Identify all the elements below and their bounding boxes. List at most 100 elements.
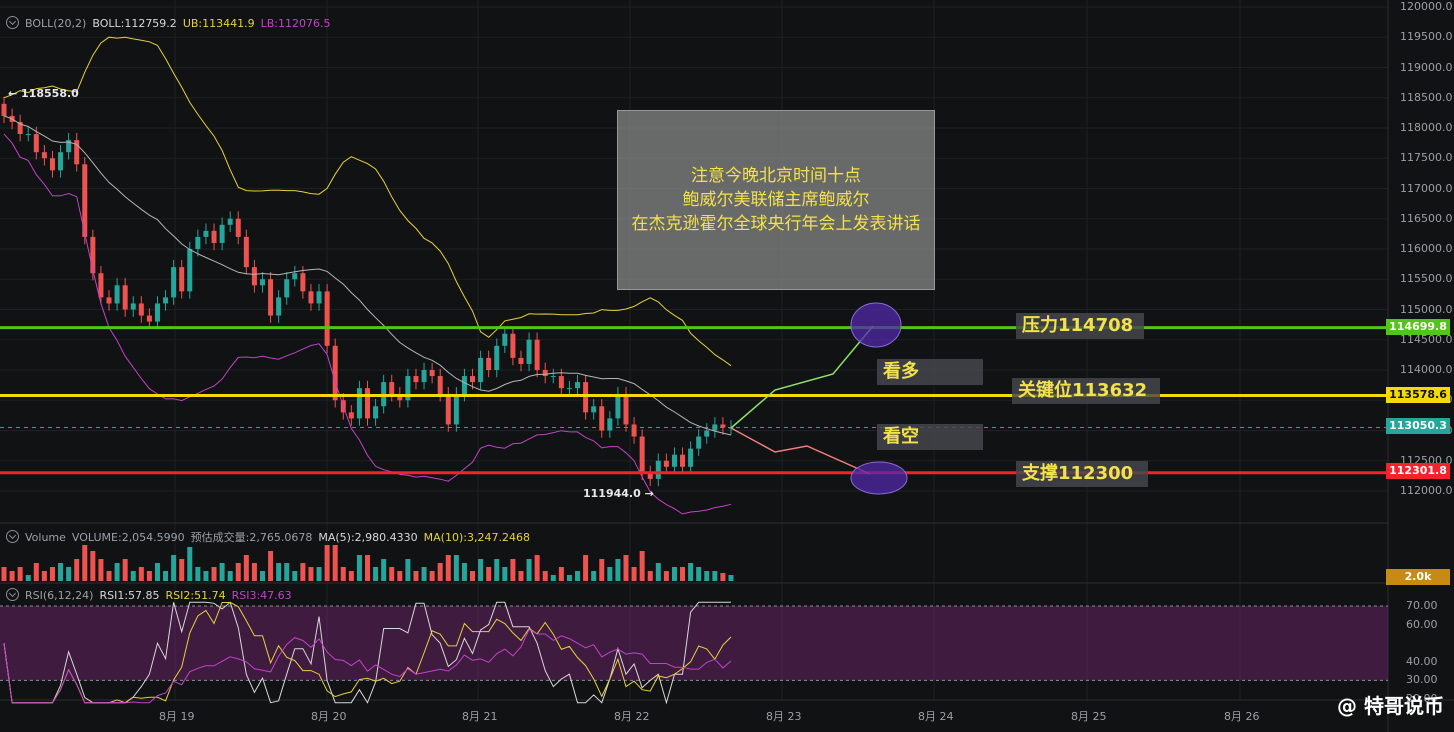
volume-bar <box>671 567 677 581</box>
volume-bar <box>389 567 395 581</box>
volume-bar <box>227 571 233 581</box>
price-tick-label: 112000.0 <box>1400 484 1453 497</box>
support-price-tag: 112301.8 <box>1386 463 1450 479</box>
bear-label: 看空 <box>877 424 983 450</box>
candle-body <box>453 394 459 425</box>
candle-body <box>486 357 492 370</box>
low-marker-value: 111944.0 <box>583 487 641 500</box>
volume-bar <box>211 567 217 581</box>
volume-bar <box>381 559 387 581</box>
price-tick-label: 114000.0 <box>1400 363 1453 376</box>
volume-bar <box>324 545 330 581</box>
candle-body <box>413 376 419 383</box>
volume-est: 预估成交量:2,765.0678 <box>190 531 313 544</box>
eye-icon[interactable] <box>6 530 19 543</box>
candle-body <box>373 406 379 419</box>
rsi-legend[interactable]: RSI(6,12,24) RSI1:57.85 RSI2:51.74 RSI3:47.… <box>6 588 298 602</box>
volume-bar <box>300 563 306 581</box>
ma5-value: MA(5):2,980.4330 <box>318 531 418 544</box>
volume-tag: 2.0k <box>1386 569 1450 585</box>
volume-bar <box>591 571 597 581</box>
volume-bar <box>413 571 419 581</box>
volume-value: VOLUME:2,054.5990 <box>71 531 185 544</box>
candle-body <box>470 376 476 383</box>
candle-body <box>550 376 556 378</box>
eye-icon[interactable] <box>6 588 19 601</box>
eye-icon[interactable] <box>6 16 19 29</box>
time-tick-label: 8月 24 <box>918 710 954 723</box>
lb-value: LB:112076.5 <box>260 17 331 30</box>
price-tick-label: 120000.0 <box>1400 0 1453 13</box>
volume-bar <box>526 559 532 581</box>
candle-body <box>130 303 136 310</box>
volume-bar <box>179 559 185 581</box>
volume-bar <box>235 563 241 581</box>
bear-projection <box>730 427 871 475</box>
price-tick-label: 119000.0 <box>1400 60 1453 74</box>
candle-body <box>41 152 47 159</box>
candle-body <box>526 339 532 364</box>
high-marker: ← 118558.0 <box>8 87 79 100</box>
candle-body <box>235 218 241 237</box>
candle-body <box>187 249 193 292</box>
time-tick-label: 8月 23 <box>766 710 802 723</box>
boll-value: BOLL:112759.2 <box>92 17 177 30</box>
price-tick-label: 118500.0 <box>1400 90 1453 104</box>
volume-bar <box>631 567 637 581</box>
candle-body <box>639 436 645 473</box>
candle-body <box>518 357 524 364</box>
price-tick-label: 116000.0 <box>1400 242 1453 255</box>
boll-legend[interactable]: BOLL(20,2) BOLL:112759.2 UB:113441.9 LB:112… <box>6 16 336 30</box>
rsi-tick-label: 30.00 <box>1406 673 1438 687</box>
volume-bar <box>33 563 39 581</box>
rsi-tick-label: 70.00 <box>1406 599 1438 612</box>
volume-bar <box>25 575 31 581</box>
candle-body <box>251 267 257 286</box>
candle-body <box>163 297 169 304</box>
volume-legend[interactable]: Volume VOLUME:2,054.5990 预估成交量:2,765.0678 M… <box>6 529 536 545</box>
volume-bar <box>74 559 80 581</box>
candle-body <box>276 297 282 316</box>
candle-body <box>49 158 55 171</box>
volume-bar <box>340 567 346 581</box>
time-tick-label: 8月 19 <box>159 710 195 723</box>
volume-bar <box>575 571 581 581</box>
rsi-tick-label: 40.00 <box>1406 654 1438 668</box>
volume-bar <box>308 567 314 581</box>
candle-body <box>243 236 249 268</box>
volume-bar <box>429 571 435 581</box>
volume-bar <box>373 567 379 581</box>
candle-body <box>688 448 694 467</box>
volume-bar <box>680 567 686 581</box>
candle-body <box>696 436 702 449</box>
candle-body <box>179 267 185 292</box>
candle-body <box>558 376 564 389</box>
ub-value: UB:113441.9 <box>182 17 255 30</box>
current-price-tag: 113050.3 <box>1386 418 1450 434</box>
boll-name: BOLL(20,2) <box>25 17 87 30</box>
volume-bar <box>534 555 540 581</box>
candle-body <box>138 303 144 316</box>
candle-body <box>106 297 112 304</box>
candle-body <box>502 333 508 346</box>
volume-name: Volume <box>25 531 66 544</box>
candle-body <box>389 382 395 395</box>
candle-body <box>615 394 621 419</box>
candle-body <box>25 134 31 136</box>
volume-bar <box>114 563 120 581</box>
price-tick-label: 118000.0 <box>1400 121 1453 134</box>
candle-body <box>365 388 370 419</box>
volume-bar <box>1 567 7 581</box>
candle-body <box>98 273 104 298</box>
volume-bar <box>639 551 645 581</box>
candle-body <box>591 406 597 413</box>
volume-bar <box>9 571 15 581</box>
candle-body <box>599 406 605 431</box>
candle-body <box>566 388 572 390</box>
note-line-1: 注意今晚北京时间十点 <box>691 166 861 186</box>
candle-body <box>259 279 265 286</box>
candle-body <box>219 224 225 243</box>
volume-bar <box>276 563 282 581</box>
volume-bar <box>243 555 249 581</box>
candle-body <box>461 376 467 395</box>
